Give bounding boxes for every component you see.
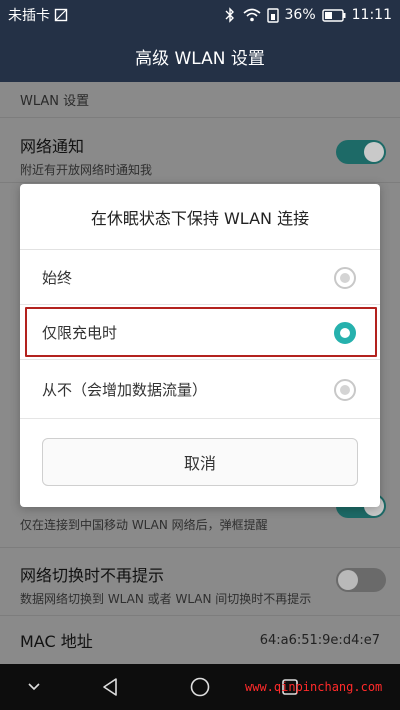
no-switch-prompt-row[interactable]: 网络切换时不再提示 数据网络切换到 WLAN 或者 WLAN 间切换时不再提示 bbox=[0, 548, 400, 616]
network-notify-title: 网络通知 bbox=[20, 137, 85, 156]
nav-collapse-icon[interactable] bbox=[22, 675, 46, 699]
cancel-button[interactable]: 取消 bbox=[42, 438, 358, 486]
home-icon[interactable] bbox=[188, 675, 212, 699]
option-never-label: 从不（会增加数据流量） bbox=[42, 381, 208, 399]
watermark-text: www.qinpinchang.com bbox=[245, 680, 383, 694]
option-charging-only-radio[interactable] bbox=[334, 322, 356, 344]
option-never[interactable]: 从不（会增加数据流量） bbox=[20, 361, 380, 419]
no-switch-prompt-title: 网络切换时不再提示 bbox=[20, 566, 165, 585]
keep-wlan-dialog: 在休眠状态下保持 WLAN 连接 始终 仅限充电时 从不（会增加数据流量） 取消 bbox=[20, 184, 380, 507]
option-always[interactable]: 始终 bbox=[20, 251, 380, 305]
bluetooth-off-icon bbox=[223, 7, 237, 23]
section-header: WLAN 设置 bbox=[0, 82, 400, 118]
option-always-label: 始终 bbox=[42, 269, 73, 287]
option-never-radio[interactable] bbox=[334, 379, 356, 401]
page-title: 高级 WLAN 设置 bbox=[135, 48, 265, 69]
dialog-title: 在休眠状态下保持 WLAN 连接 bbox=[20, 184, 380, 250]
back-icon[interactable] bbox=[98, 675, 122, 699]
clock-time: 11:11 bbox=[351, 7, 392, 23]
navigation-bar: www.qinpinchang.com bbox=[0, 664, 400, 710]
wifi-icon bbox=[242, 8, 261, 22]
network-notify-row[interactable]: 网络通知 附近有开放网络时通知我 bbox=[0, 119, 400, 183]
option-charging-only-label: 仅限充电时 bbox=[42, 324, 118, 342]
option-charging-only[interactable]: 仅限充电时 bbox=[20, 306, 380, 360]
network-notify-subtitle: 附近有开放网络时通知我 bbox=[20, 163, 153, 177]
mac-address-row: MAC 地址 64:a6:51:9e:d4:e7 bbox=[0, 616, 400, 664]
action-bar: 高级 WLAN 设置 bbox=[0, 30, 400, 82]
network-notify-toggle[interactable] bbox=[336, 140, 386, 164]
no-switch-prompt-toggle[interactable] bbox=[336, 568, 386, 592]
no-sim-icon bbox=[54, 8, 68, 22]
sim-battery-icon bbox=[266, 7, 279, 23]
battery-icon bbox=[321, 8, 346, 22]
status-bar: 未插卡 36% 11:11 bbox=[0, 0, 400, 30]
option-always-radio[interactable] bbox=[334, 267, 356, 289]
mac-address-label: MAC 地址 bbox=[20, 632, 93, 651]
mac-address-value: 64:a6:51:9e:d4:e7 bbox=[259, 632, 380, 648]
battery-percent: 36% bbox=[284, 7, 316, 23]
carrier-text: 未插卡 bbox=[8, 8, 50, 24]
cmcc-popup-subtitle: 仅在连接到中国移动 WLAN 网络后，弹框提醒 bbox=[20, 518, 268, 532]
no-switch-prompt-subtitle: 数据网络切换到 WLAN 或者 WLAN 间切换时不再提示 bbox=[20, 592, 312, 606]
